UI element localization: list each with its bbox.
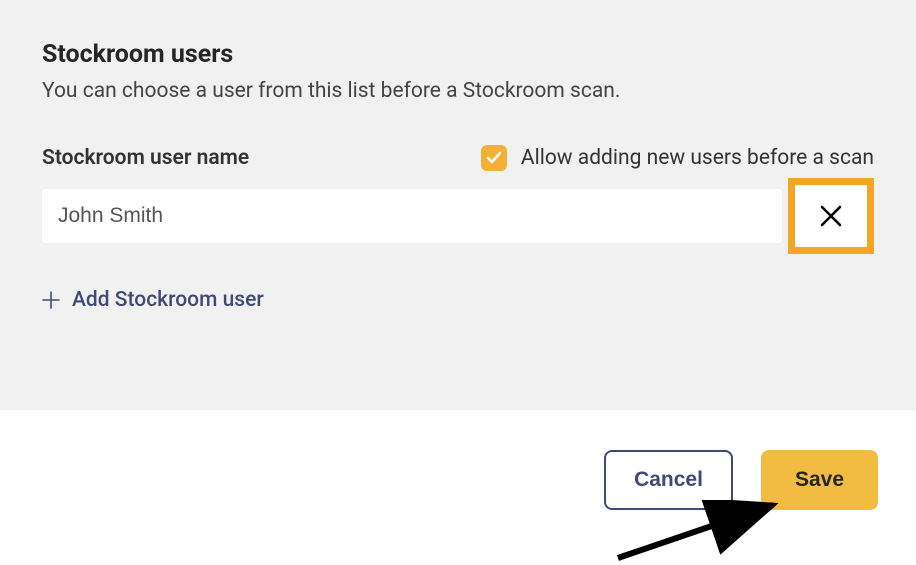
page-subtitle: You can choose a user from this list bef… [42, 79, 874, 103]
stockroom-users-panel: Stockroom users You can choose a user fr… [0, 0, 916, 410]
add-stockroom-user-label: Add Stockroom user [72, 288, 264, 312]
cancel-button[interactable]: Cancel [604, 450, 733, 510]
form-header-row: Stockroom user name Allow adding new use… [42, 145, 874, 171]
user-name-label: Stockroom user name [42, 146, 249, 170]
save-button[interactable]: Save [761, 450, 878, 510]
allow-new-users-label: Allow adding new users before a scan [521, 146, 874, 170]
check-icon [486, 150, 502, 166]
remove-user-button[interactable] [788, 178, 874, 254]
user-name-input[interactable] [42, 189, 782, 243]
allow-new-users-group: Allow adding new users before a scan [481, 145, 874, 171]
plus-icon [42, 291, 60, 309]
allow-new-users-checkbox[interactable] [481, 145, 507, 171]
page-title: Stockroom users [42, 40, 874, 69]
footer-actions: Cancel Save [0, 410, 916, 510]
user-input-row [42, 189, 874, 254]
close-icon [818, 203, 844, 229]
add-stockroom-user-link[interactable]: Add Stockroom user [42, 288, 264, 312]
